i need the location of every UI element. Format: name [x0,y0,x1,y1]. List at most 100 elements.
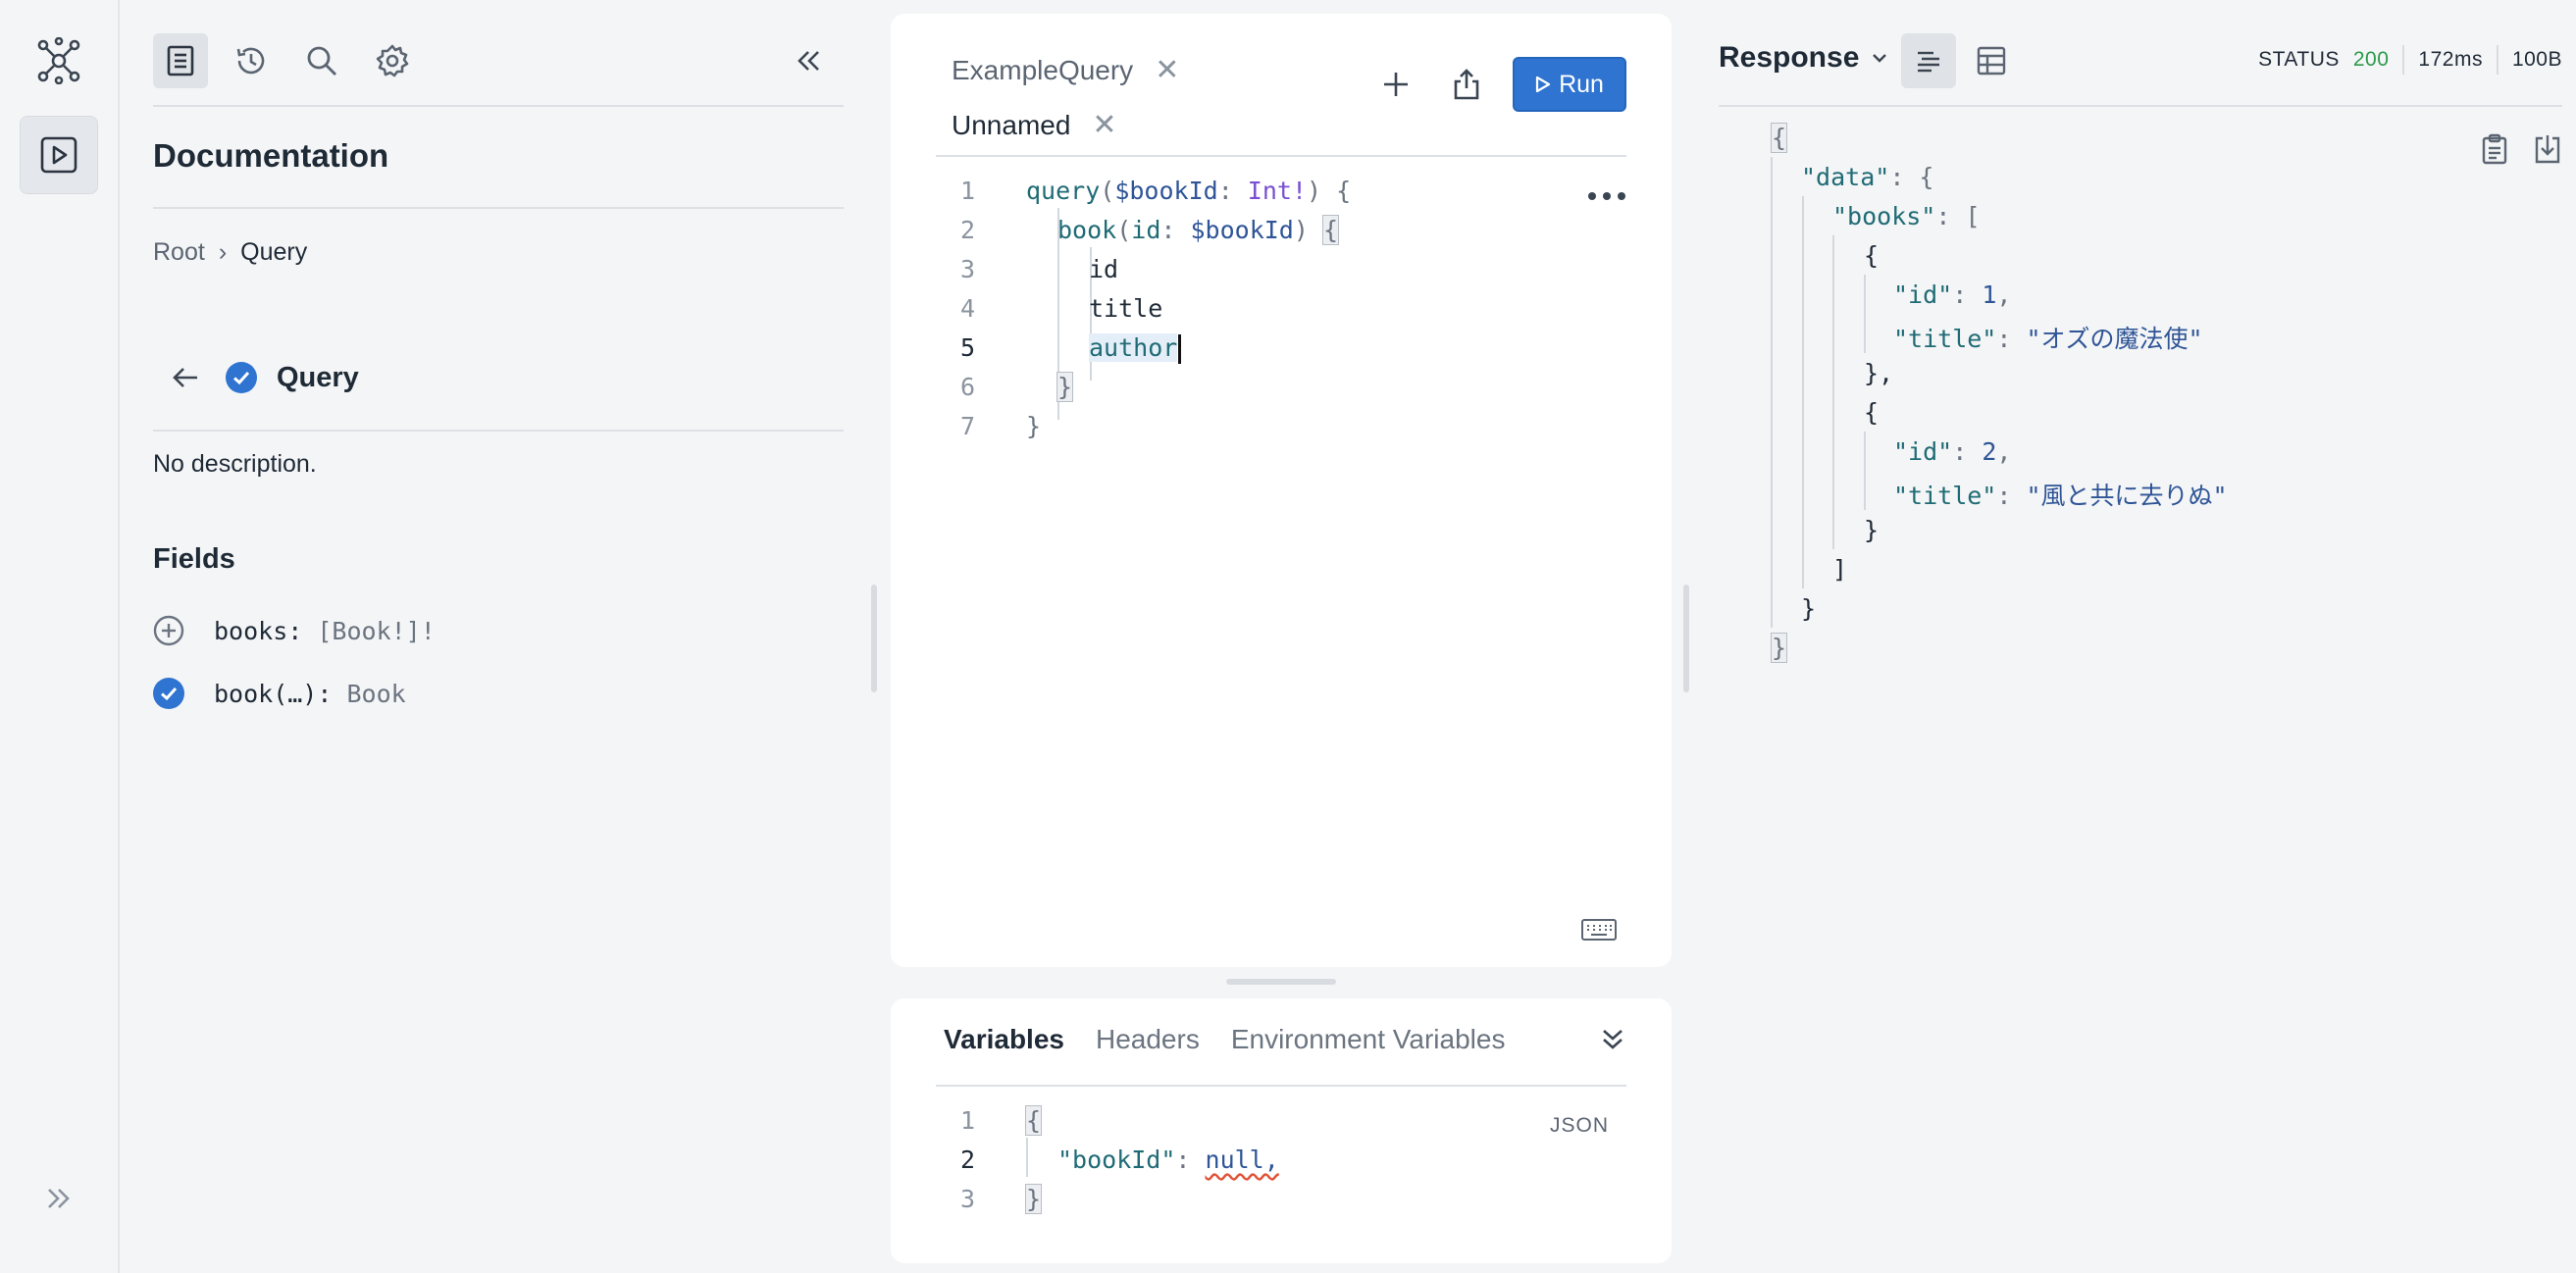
line-number: 3 [959,255,975,283]
editor-resize-handle[interactable] [1226,979,1336,985]
response-size: 100B [2511,48,2562,71]
json-key: "bookId" [1057,1146,1176,1174]
json-key: "title" [1893,482,1997,510]
share-icon[interactable] [1442,60,1491,109]
documentation-panel: Documentation Root › Query Query No desc… [153,0,844,1273]
response-panel: Response STATUS 200 172ms 100B {"data":… [1719,0,2562,1273]
field-name[interactable]: book(…) [214,680,317,708]
json-value: "オズの魔法使" [2026,325,2203,353]
collapse-panel-icon[interactable] [781,33,836,88]
code-line: } [1056,372,1074,402]
more-options-icon[interactable] [1587,190,1626,202]
history-icon[interactable] [224,33,279,88]
variables-panel: Variables Headers Environment Variables … [891,998,1672,1263]
code-keyword: query [1026,177,1101,205]
breadcrumb: Root › Query [153,238,307,267]
line-number: 6 [959,373,975,401]
close-tab-icon[interactable]: ✕ [1092,108,1116,142]
settings-gear-icon[interactable] [365,33,420,88]
docs-title: Documentation [153,137,389,174]
divider [153,207,844,209]
code-line: query($bookId: Int!) { [1026,177,1352,205]
divider [153,430,844,432]
playground-icon[interactable] [20,116,98,194]
divider [936,1085,1626,1087]
indent-guide [1802,196,1804,588]
table-view-icon[interactable] [1964,33,2019,88]
code-field: author [1089,333,1178,362]
docs-toolbar [153,31,844,88]
tab-variables[interactable]: Variables [944,1024,1064,1055]
breadcrumb-separator: › [218,238,228,266]
back-arrow-icon[interactable] [171,363,200,392]
code-field: title [1089,294,1163,323]
graphql-logo-icon[interactable] [20,22,98,100]
breadcrumb-root[interactable]: Root [153,238,205,267]
line-number: 5 [959,333,975,362]
tab-label[interactable]: ExampleQuery [952,55,1133,86]
run-button[interactable]: Run [1513,57,1626,112]
field-type[interactable]: [Book!]! [317,617,435,645]
code-variable: $bookId [1190,216,1294,244]
response-resize-handle[interactable] [1683,585,1689,692]
json-key: "data" [1801,163,1890,191]
field-type[interactable]: Book [346,680,405,708]
field-item[interactable]: book(…): Book [153,674,406,713]
docs-icon[interactable] [153,33,208,88]
response-tools [2482,133,2562,165]
run-label: Run [1559,70,1604,98]
line-number: 1 [959,1106,975,1135]
line-number: 4 [959,294,975,323]
query-editor: ExampleQuery ✕ Unnamed ✕ Run 1 2 3 4 5 6… [891,14,1672,967]
variables-tabs: Variables Headers Environment Variables [944,1024,1505,1055]
expand-sidebar-icon[interactable] [20,1159,98,1238]
tab-example-query[interactable]: ExampleQuery ✕ [952,53,1179,87]
close-tab-icon[interactable]: ✕ [1155,53,1179,87]
indent-guide [1771,157,1773,628]
response-selector[interactable]: Response [1719,41,1890,75]
line-number: 3 [959,1185,975,1213]
code-argument: id [1131,216,1161,244]
tab-label[interactable]: Unnamed [952,110,1070,141]
code-line: author [1089,333,1182,364]
field-item[interactable]: books: [Book!]! [153,611,436,650]
format-label: JSON [1549,1114,1609,1137]
keyboard-shortcuts-icon[interactable] [1581,918,1617,942]
code-type: Int! [1247,177,1308,205]
field-name[interactable]: books [214,617,287,645]
download-icon[interactable] [2533,133,2562,165]
text-caret [1178,334,1182,364]
indent-guide [1832,235,1834,549]
json-key: "id" [1893,437,1953,466]
line-number: 7 [959,412,975,440]
tab-headers[interactable]: Headers [1096,1024,1200,1055]
copy-clipboard-icon[interactable] [2482,133,2507,165]
divider [153,105,844,107]
json-value: "風と共に去りぬ" [2026,482,2228,510]
docs-resize-handle[interactable] [871,585,877,692]
tab-environment-variables[interactable]: Environment Variables [1231,1024,1506,1055]
json-key: "id" [1893,280,1953,309]
json-value: 1 [1982,280,1997,309]
divider [936,155,1626,157]
collapse-chevron-icon[interactable] [1599,1026,1626,1053]
indent-guide [1864,432,1866,510]
json-key: "books" [1832,202,1936,230]
indent-guide [1026,1138,1028,1177]
response-title[interactable]: Response [1719,41,1859,75]
checked-icon [226,362,257,393]
line-number: 2 [959,1146,975,1174]
code-field: id [1089,255,1119,283]
search-icon[interactable] [294,33,349,88]
add-tab-icon[interactable] [1371,60,1420,109]
line-number: 1 [959,177,975,205]
response-time: 172ms [2418,48,2483,71]
text-view-icon[interactable] [1901,33,1956,88]
checked-icon[interactable] [153,678,184,709]
type-name: Query [277,361,359,393]
chevron-down-icon[interactable] [1869,47,1890,69]
code-line: book(id: $bookId) { [1057,215,1340,245]
add-field-icon[interactable] [153,615,184,646]
response-status: STATUS 200 172ms 100B [2258,45,2562,75]
tab-unnamed[interactable]: Unnamed ✕ [952,108,1117,142]
